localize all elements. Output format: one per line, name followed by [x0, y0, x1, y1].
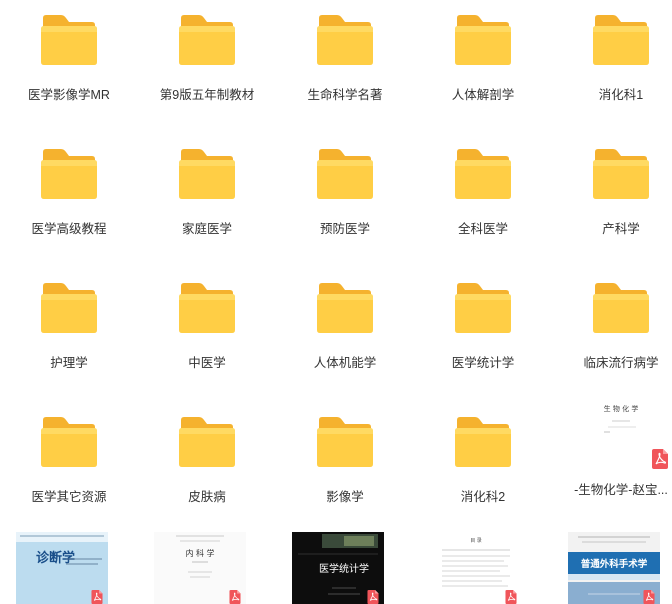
folder-item[interactable]: 家庭医学	[138, 134, 276, 268]
folder-label: 第9版五年制教材	[159, 88, 255, 102]
thumb-title: 医学统计学	[319, 562, 369, 575]
pdf-file-biochemistry[interactable]: 生 物 化 学 -生物化学-赵宝...	[552, 395, 672, 529]
folder-item[interactable]: 预防医学	[276, 134, 414, 268]
pdf-cover-title: 生 物 化 学	[604, 404, 639, 413]
folder-item[interactable]: 人体机能学	[276, 268, 414, 402]
folder-item[interactable]: 临床流行病学	[552, 268, 672, 402]
folder-icon	[315, 148, 375, 200]
folder-item[interactable]: 影像学	[276, 402, 414, 536]
folder-icon	[315, 282, 375, 334]
folder-label: 皮肤病	[188, 490, 226, 504]
folder-item[interactable]: 皮肤病	[138, 402, 276, 536]
folder-item[interactable]: 中医学	[138, 268, 276, 402]
folder-item[interactable]: 医学其它资源	[0, 402, 138, 536]
folder-icon	[591, 14, 651, 66]
folder-icon	[591, 282, 651, 334]
folder-item[interactable]: 护理学	[0, 268, 138, 402]
folder-item[interactable]: 医学统计学	[414, 268, 552, 402]
folder-label: 产科学	[602, 222, 640, 236]
folder-label: 人体解剖学	[451, 88, 515, 102]
folder-label: 消化科2	[460, 490, 506, 504]
folder-label: 消化科1	[598, 88, 644, 102]
folder-item[interactable]: 生命科学名著	[276, 0, 414, 134]
folder-icon	[177, 416, 237, 468]
folder-item[interactable]: 人体解剖学	[414, 0, 552, 134]
folder-label: 医学其它资源	[31, 490, 107, 504]
folder-icon	[453, 14, 513, 66]
folder-icon	[177, 282, 237, 334]
pdf-file-preview: 生 物 化 学	[574, 395, 668, 465]
folder-item[interactable]: 全科医学	[414, 134, 552, 268]
folder-label: 家庭医学	[181, 222, 232, 236]
folder-icon	[453, 148, 513, 200]
folder-label: 医学统计学	[451, 356, 515, 370]
folder-item[interactable]: 产科学	[552, 134, 672, 268]
folder-item[interactable]: 消化科1	[552, 0, 672, 134]
folder-icon	[39, 282, 99, 334]
pdf-icon	[652, 449, 668, 469]
folder-label: 生命科学名著	[307, 88, 383, 102]
folder-icon	[453, 416, 513, 468]
folder-icon	[177, 148, 237, 200]
thumb-title: 目 录	[470, 537, 482, 544]
folder-label: 医学影像学MR	[28, 88, 110, 102]
folder-label: 护理学	[50, 356, 88, 370]
file-browser: { "folders": [ {"label": "医学影像学MR"}, {"l…	[0, 0, 672, 604]
folder-icon	[315, 14, 375, 66]
folder-label: 中医学	[188, 356, 226, 370]
folder-icon	[315, 416, 375, 468]
folder-item[interactable]: 医学影像学MR	[0, 0, 138, 134]
folder-icon	[453, 282, 513, 334]
folder-label: 医学高级教程	[31, 222, 107, 236]
thumb-title: 普通外科手术学	[581, 558, 648, 570]
thumb-title: 诊断学	[36, 550, 75, 566]
thumb-title: 内 科 学	[185, 548, 214, 558]
folder-icon	[39, 416, 99, 468]
folder-item[interactable]: 医学高级教程	[0, 134, 138, 268]
file-label: -生物化学-赵宝...	[574, 483, 668, 497]
folder-item[interactable]: 第9版五年制教材	[138, 0, 276, 134]
folder-label: 临床流行病学	[583, 356, 659, 370]
folder-icon	[39, 14, 99, 66]
folder-icon	[39, 148, 99, 200]
folder-label: 人体机能学	[313, 356, 377, 370]
folder-label: 全科医学	[457, 222, 508, 236]
folder-item[interactable]: 消化科2	[414, 402, 552, 536]
folder-label: 预防医学	[319, 222, 370, 236]
folder-icon	[177, 14, 237, 66]
folder-icon	[591, 148, 651, 200]
folder-label: 影像学	[326, 490, 364, 504]
